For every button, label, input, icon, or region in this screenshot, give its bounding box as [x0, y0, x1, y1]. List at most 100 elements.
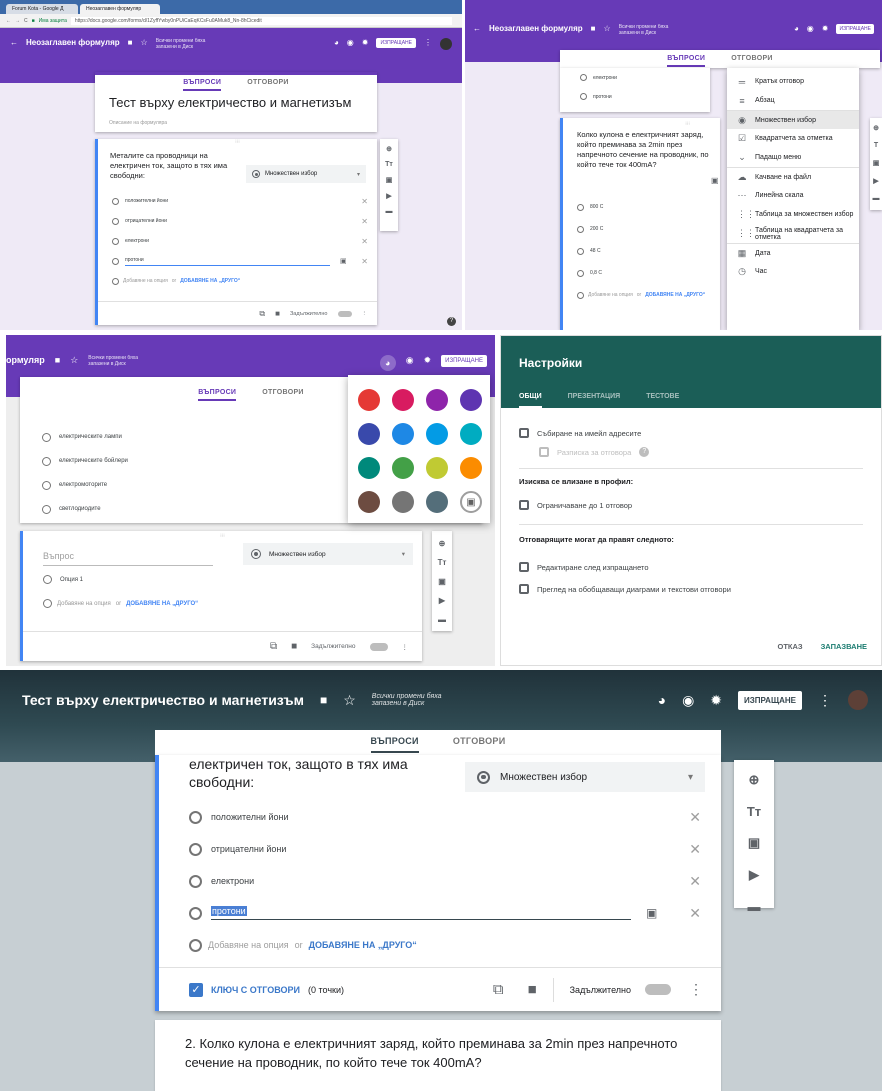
question-type-select[interactable]: Множествен избор ▾ [243, 543, 413, 565]
color-swatch[interactable] [392, 423, 414, 445]
add-other-link[interactable]: ДОБАВЯНЕ НА „ДРУГО“ [126, 601, 198, 607]
option-label[interactable]: положителни йони [211, 812, 289, 822]
image-icon[interactable]: ▣ [340, 257, 347, 265]
drag-handle-icon[interactable]: ⁝⁝⁝ [685, 121, 690, 127]
preview-eye-icon[interactable]: ◉ [347, 38, 354, 47]
question-input[interactable]: Въпрос [43, 551, 213, 566]
cancel-button[interactable]: ОТКАЗ [777, 642, 802, 651]
color-swatch[interactable] [358, 491, 380, 513]
image-icon[interactable]: ▣ [646, 906, 657, 920]
avatar[interactable] [848, 690, 868, 710]
preview-eye-icon[interactable]: ◉ [807, 24, 814, 33]
add-video-icon[interactable]: ▶ [439, 596, 445, 605]
menu-item[interactable]: ⋮⋮ Таблица на квадратчета за отметка [727, 224, 859, 243]
question-text[interactable]: електричен ток, защото в тях има свободн… [189, 755, 451, 791]
question-text[interactable]: Колко кулона е електричният заряд, който… [577, 130, 709, 170]
add-option-link[interactable]: Добавяне на опция [208, 940, 289, 950]
option-label[interactable]: 800 C [590, 204, 603, 210]
add-other-link[interactable]: ДОБАВЯНЕ НА „ДРУГО“ [180, 278, 240, 284]
radio-icon[interactable] [189, 842, 202, 856]
radio-icon[interactable] [42, 456, 51, 466]
duplicate-icon[interactable]: ⧉ [259, 309, 265, 319]
star-icon[interactable]: ☆ [604, 24, 611, 33]
menu-item[interactable]: ⋯ Линейна скала [727, 186, 859, 205]
radio-icon[interactable] [577, 247, 584, 255]
color-swatch[interactable] [460, 457, 482, 479]
radio-icon[interactable] [577, 203, 584, 211]
folder-icon[interactable]: ■ [55, 355, 60, 365]
folder-icon[interactable]: ■ [591, 24, 596, 33]
answer-key-button[interactable]: КЛЮЧ С ОТГОВОРИ [211, 985, 300, 995]
more-vert-icon[interactable]: ⋮ [402, 643, 409, 651]
add-video-icon[interactable]: ▶ [386, 192, 391, 200]
color-swatch[interactable] [358, 457, 380, 479]
required-toggle[interactable] [337, 310, 352, 317]
add-section-icon[interactable]: ▬ [386, 208, 393, 215]
tab-answers[interactable]: ОТГОВОРИ [731, 55, 772, 67]
remove-option-icon[interactable]: ✕ [361, 257, 368, 266]
tab-answers[interactable]: ОТГОВОРИ [247, 79, 288, 91]
more-vert-icon[interactable]: ⋮ [362, 311, 368, 317]
tab-questions[interactable]: ВЪПРОСИ [370, 736, 419, 753]
add-title-icon[interactable]: Tт [385, 161, 393, 168]
palette-icon[interactable]: ◕ [379, 355, 396, 371]
menu-item[interactable]: ⋮⋮ Таблица за множествен избор [727, 205, 859, 224]
palette-icon[interactable]: ◕ [794, 24, 799, 33]
add-question-icon[interactable]: ⊕ [386, 145, 392, 153]
form-title[interactable]: Неозаглавен формуляр [26, 38, 120, 47]
form-title[interactable]: Неозаглавен формуляр [489, 24, 583, 33]
add-option-link[interactable]: Добавяне на опция [57, 601, 111, 607]
option-label[interactable]: електрони [125, 238, 149, 244]
choose-image-icon[interactable]: ▣ [460, 491, 482, 513]
quiz-title[interactable]: Тест върху електричество и магнетизъм [95, 91, 377, 110]
radio-icon[interactable] [43, 575, 52, 584]
settings-gear-icon[interactable]: ✹ [362, 38, 369, 47]
option-label[interactable]: електрическите лампи [59, 434, 122, 440]
question-type-select[interactable]: Множествен избор ▾ [246, 165, 366, 183]
back-icon[interactable]: ← [473, 24, 481, 33]
star-icon[interactable]: ☆ [141, 38, 148, 47]
folder-icon[interactable]: ■ [320, 693, 327, 707]
quiz-title[interactable]: Тест върху електричество и магнетизъм [22, 692, 304, 708]
folder-icon[interactable]: ■ [128, 38, 133, 47]
send-button[interactable]: ИЗПРАЩАНЕ [836, 24, 874, 34]
menu-item[interactable]: ◉ Множествен избор [727, 110, 859, 129]
option-label[interactable]: електромоторите [59, 482, 107, 488]
option-input[interactable]: протони [211, 906, 631, 920]
save-button[interactable]: ЗАПАЗВАНЕ [821, 642, 867, 651]
option-label[interactable]: 48 C [590, 248, 601, 254]
radio-icon[interactable] [189, 810, 202, 824]
menu-item[interactable]: ▦ Дата [727, 243, 859, 262]
drag-handle-icon[interactable]: ⁝⁝⁝ [23, 531, 422, 539]
send-button[interactable]: ИЗПРАЩАНЕ [738, 690, 802, 710]
remove-option-icon[interactable]: ✕ [689, 905, 701, 922]
add-other-link[interactable]: ДОБАВЯНЕ НА „ДРУГО“ [309, 940, 417, 950]
more-vert-icon[interactable]: ⋮ [689, 981, 703, 998]
radio-icon[interactable] [42, 432, 51, 442]
menu-item[interactable]: ⌄ Падащо меню [727, 148, 859, 167]
color-swatch[interactable] [460, 423, 482, 445]
help-icon[interactable]: ? [639, 447, 650, 457]
option-label[interactable]: положителни йони [125, 198, 168, 204]
radio-icon[interactable] [577, 269, 584, 277]
settings-gear-icon[interactable]: ✹ [710, 692, 722, 709]
radio-icon[interactable] [112, 217, 119, 225]
duplicate-icon[interactable]: ⧉ [493, 981, 504, 998]
preview-eye-icon[interactable]: ◉ [682, 692, 694, 709]
add-question-icon[interactable]: ⊕ [749, 772, 760, 788]
add-section-icon[interactable]: ▬ [748, 899, 761, 914]
add-section-icon[interactable]: ▬ [438, 615, 446, 624]
send-button[interactable]: ИЗПРАЩАНЕ [441, 355, 487, 367]
menu-item[interactable]: ═ Кратък отговор [727, 72, 859, 91]
tab-general[interactable]: ОБЩИ [519, 393, 542, 408]
remove-option-icon[interactable]: ✕ [361, 237, 368, 246]
add-video-icon[interactable]: ▶ [749, 867, 759, 883]
color-swatch[interactable] [426, 423, 448, 445]
remove-option-icon[interactable]: ✕ [689, 809, 701, 826]
add-title-icon[interactable]: Tт [747, 804, 761, 819]
add-section-icon[interactable]: ▬ [873, 195, 880, 202]
option-input[interactable]: протони [125, 257, 330, 266]
palette-icon[interactable]: ◕ [334, 38, 339, 47]
radio-icon[interactable] [42, 504, 51, 514]
drag-handle-icon[interactable]: ⁝⁝⁝ [98, 139, 377, 145]
